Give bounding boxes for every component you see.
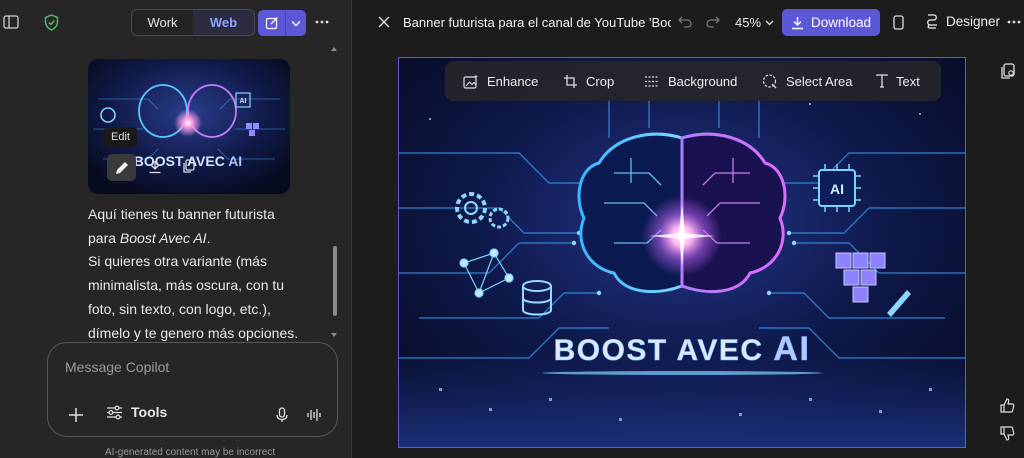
- banner-title-ai: AI: [773, 330, 810, 368]
- text-icon: [876, 74, 888, 88]
- crop-icon: [564, 74, 577, 88]
- select-area-tool[interactable]: Select Area: [762, 74, 876, 89]
- more-options-icon[interactable]: [313, 14, 331, 30]
- banner-title: BOOST AVEC AI: [554, 330, 811, 368]
- select-area-label: Select Area: [786, 73, 853, 89]
- chat-pane: Work Web AI BOOST AVEC AI Edit Aquí tien…: [0, 0, 352, 458]
- text-tool[interactable]: Text: [876, 74, 936, 89]
- tab-work[interactable]: Work: [132, 10, 193, 35]
- new-chat-button-group: [258, 10, 306, 36]
- message-composer[interactable]: Message Copilot Tools: [47, 342, 338, 437]
- message-line-4: minimalista, más oscura, con tu: [88, 277, 285, 294]
- download-icon: [791, 16, 803, 29]
- pencil-icon: [115, 161, 128, 174]
- zoom-dropdown[interactable]: 45%: [735, 15, 774, 30]
- edit-toolbar: Enhance Crop Background Select Area Text: [445, 61, 941, 101]
- download-button[interactable]: Download: [782, 9, 880, 36]
- designer-button[interactable]: Designer: [925, 14, 1000, 29]
- designer-label: Designer: [946, 14, 1001, 29]
- message-line-2: para Boost Avec AI.: [88, 229, 211, 246]
- background-tool[interactable]: Background: [644, 74, 762, 89]
- ai-disclaimer: AI-generated content may be incorrect: [105, 447, 276, 458]
- download-icon[interactable]: [146, 158, 164, 176]
- assistant-message: Aquí tienes tu banner futurista para Boo…: [88, 203, 320, 345]
- message-line-5: foto, sin texto, con logo, etc.),: [88, 300, 271, 317]
- svg-text:AI: AI: [240, 98, 247, 105]
- new-chat-button[interactable]: [258, 10, 286, 36]
- edit-button[interactable]: [107, 154, 136, 181]
- viewer-topbar: Banner futurista para el canal de YouTub…: [353, 0, 1024, 44]
- tools-label: Tools: [131, 404, 168, 420]
- designer-icon: [927, 14, 937, 29]
- microphone-icon[interactable]: [272, 405, 292, 425]
- undo-icon[interactable]: [676, 13, 694, 31]
- edit-tooltip: Edit: [104, 127, 137, 147]
- thumbs-up-icon[interactable]: [998, 396, 1016, 414]
- compose-icon: [265, 17, 278, 30]
- chevron-down-icon: [291, 20, 301, 26]
- more-options-icon[interactable]: [1006, 14, 1022, 30]
- chevron-down-icon: [765, 20, 774, 25]
- text-label: Text: [896, 73, 920, 89]
- new-chat-dropdown[interactable]: [286, 10, 306, 36]
- sliders-icon: [107, 404, 122, 420]
- thumbs-down-icon[interactable]: [998, 424, 1016, 442]
- chat-topbar: Work Web: [0, 0, 352, 44]
- message-line-1: Aquí tienes tu banner futurista: [88, 206, 275, 222]
- message-input[interactable]: Message Copilot: [65, 359, 169, 375]
- banner-title-text: BOOST AVEC: [554, 334, 774, 367]
- tab-web[interactable]: Web: [193, 10, 254, 35]
- enhance-label: Enhance: [487, 73, 539, 89]
- add-attachment-icon[interactable]: [66, 405, 86, 425]
- crop-tool[interactable]: Crop: [563, 74, 644, 89]
- sidebar-toggle-icon[interactable]: [2, 13, 20, 31]
- ai-chip-graphic: AI: [813, 164, 861, 212]
- mobile-view-icon[interactable]: [889, 13, 907, 31]
- image-title: Banner futurista para el canal de YouTub…: [403, 15, 671, 30]
- zoom-level: 45%: [735, 15, 762, 30]
- message-line-3: Si quieres otra variante (más: [88, 253, 267, 270]
- select-area-icon: [762, 73, 777, 88]
- voice-mode-icon[interactable]: [304, 405, 324, 425]
- background-icon: [645, 75, 659, 87]
- copy-icon[interactable]: [180, 157, 198, 175]
- crop-label: Crop: [586, 73, 615, 89]
- tools-button[interactable]: Tools: [106, 404, 167, 420]
- banner-image[interactable]: AI BOOST AVEC AI: [398, 57, 966, 448]
- mode-switch: Work Web: [131, 9, 255, 36]
- shield-icon[interactable]: [42, 12, 60, 32]
- image-viewer: Banner futurista para el canal de YouTub…: [353, 0, 1024, 458]
- chat-scrollbar-thumb[interactable]: [333, 246, 337, 316]
- copy-image-icon[interactable]: [998, 61, 1016, 81]
- redo-icon[interactable]: [704, 13, 722, 31]
- download-label: Download: [810, 15, 872, 30]
- chip-label: AI: [830, 181, 844, 197]
- enhance-tool[interactable]: Enhance: [463, 74, 563, 89]
- close-icon[interactable]: [375, 13, 393, 31]
- enhance-icon: [463, 74, 478, 89]
- background-label: Background: [668, 73, 738, 89]
